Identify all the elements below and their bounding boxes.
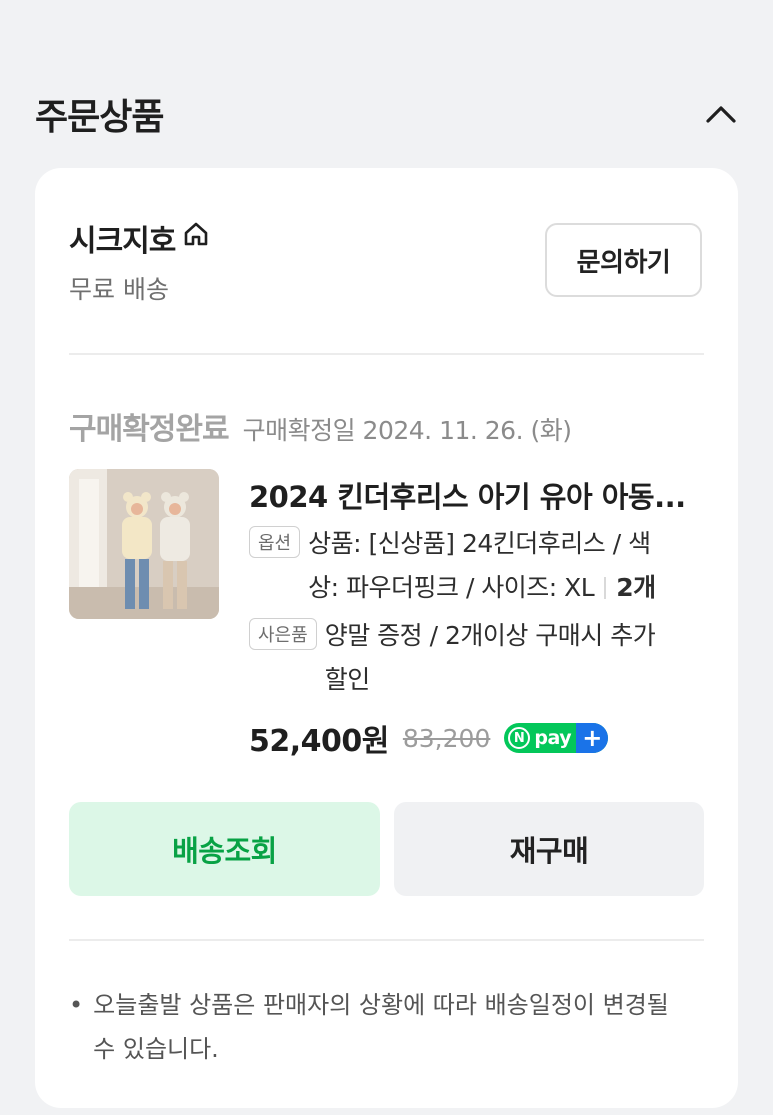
option-text: 상품: [신상품] 24킨더후리스 / 색 상: 파우더핑크 / 사이즈: XL…	[308, 522, 656, 610]
order-items-header: 주문상품	[35, 88, 743, 140]
price: 52,400원	[249, 724, 389, 759]
shipping-notice: • 오늘출발 상품은 판매자의 상황에 따라 배송일정이 변경될 수 있습니다.	[69, 983, 699, 1071]
rebuy-button[interactable]: 재구매	[394, 802, 704, 896]
order-card: 시크지호 무료 배송 문의하기 구매확정완료 구매확정일 2024. 11. 2…	[35, 168, 738, 1108]
option-line: 상: 파우더핑크 / 사이즈: XL	[308, 573, 595, 602]
notice-line: 수 있습니다.	[93, 1035, 219, 1063]
confirm-date: 구매확정일 2024. 11. 26. (화)	[242, 416, 572, 445]
option-line: 상품: [신상품] 24킨더후리스 / 색	[308, 529, 651, 558]
product-thumbnail[interactable]	[69, 469, 219, 619]
inquiry-button[interactable]: 문의하기	[545, 223, 702, 297]
gift-line: 할인	[324, 665, 371, 694]
section-title: 주문상품	[35, 97, 164, 138]
option-block: 옵션 상품: [신상품] 24킨더후리스 / 색 상: 파우더핑크 / 사이즈:…	[249, 522, 709, 610]
npay-n-icon: N	[508, 727, 531, 749]
product-title[interactable]: 2024 킨더후리스 아기 유아 아동...	[249, 474, 709, 516]
gift-text: 양말 증정 / 2개이상 구매시 추가 할인	[325, 614, 656, 702]
home-icon	[181, 219, 211, 257]
npay-label: pay	[534, 727, 572, 749]
order-status-row: 구매확정완료 구매확정일 2024. 11. 26. (화)	[69, 404, 572, 448]
option-badge: 옵션	[249, 526, 301, 558]
shipping-info: 무료 배송	[69, 275, 169, 304]
option-line-with-qty: 상: 파우더핑크 / 사이즈: XL 2개	[308, 566, 656, 610]
store-name-link[interactable]: 시크지호	[69, 216, 211, 260]
original-price: 83,200	[402, 723, 491, 753]
notice-line: 오늘출발 상품은 판매자의 상황에 따라 배송일정이 변경될	[93, 991, 669, 1019]
chevron-up-icon[interactable]	[699, 92, 743, 136]
npay-plus-badge: N pay +	[504, 723, 609, 753]
quantity: 2개	[616, 573, 656, 602]
bullet: •	[69, 991, 84, 1019]
gift-block: 사은품 양말 증정 / 2개이상 구매시 추가 할인	[249, 614, 709, 702]
gift-line: 양말 증정 / 2개이상 구매시 추가	[324, 621, 656, 650]
price-row: 52,400원 83,200 N pay +	[249, 716, 609, 760]
divider	[69, 939, 704, 941]
track-delivery-button[interactable]: 배송조회	[69, 802, 380, 896]
plus-icon: +	[576, 723, 609, 753]
store-name: 시크지호	[69, 224, 176, 259]
notice-text: 오늘출발 상품은 판매자의 상황에 따라 배송일정이 변경될 수 있습니다.	[93, 983, 669, 1071]
order-status: 구매확정완료	[69, 412, 230, 447]
gift-badge: 사은품	[249, 618, 317, 650]
qty-separator	[604, 577, 607, 599]
divider	[69, 353, 704, 355]
